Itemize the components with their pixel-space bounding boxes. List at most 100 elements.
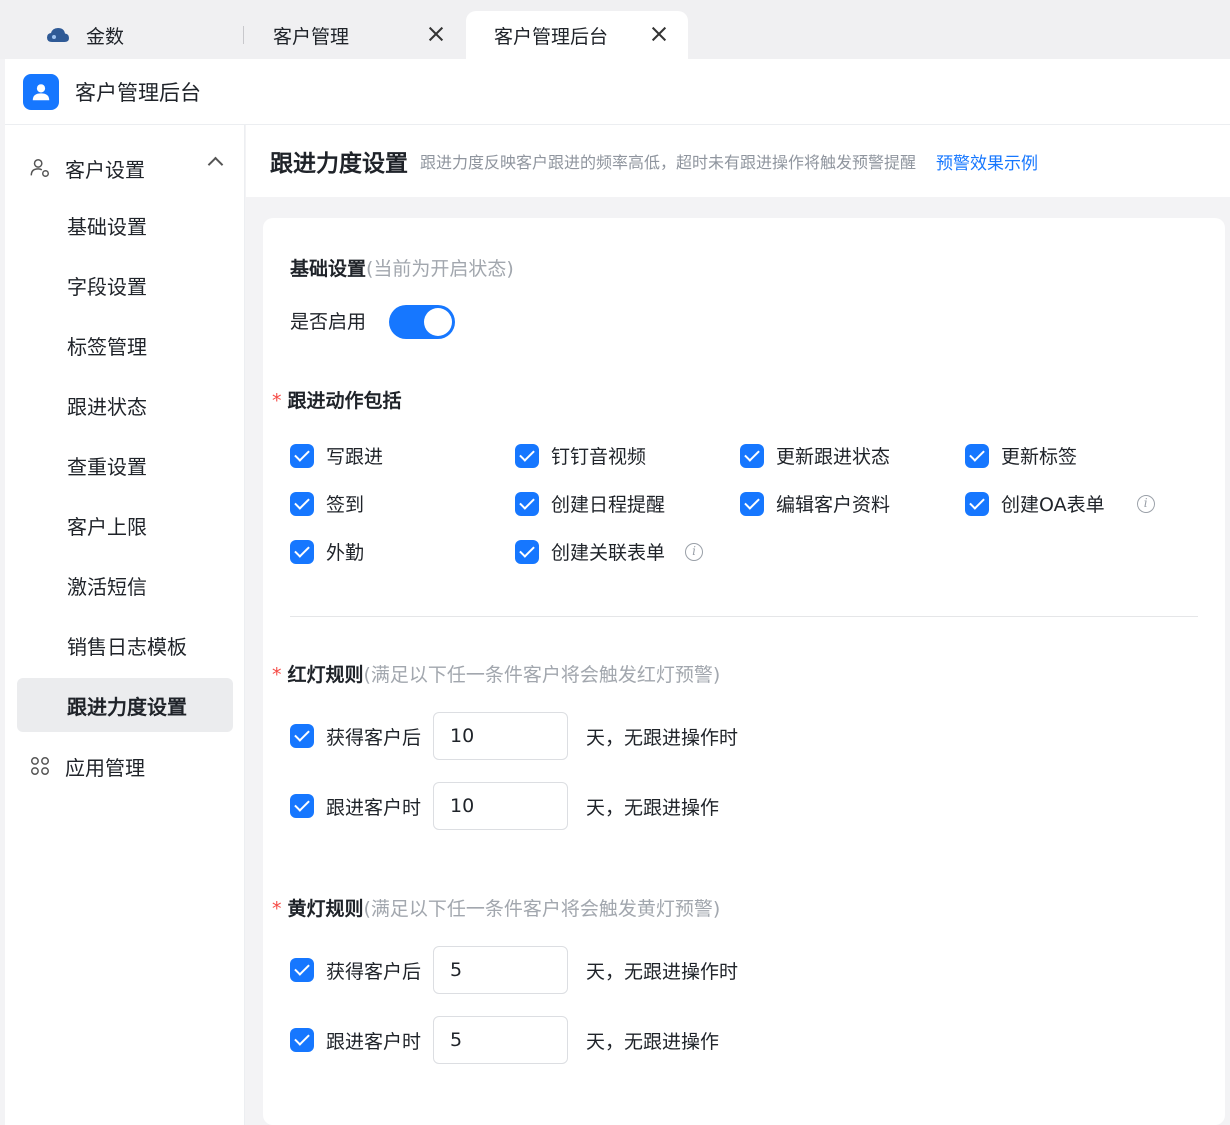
sidebar-item-label: 基础设置: [67, 214, 147, 239]
required-asterisk-icon: *: [272, 898, 282, 920]
checkbox-checked-icon[interactable]: [290, 724, 314, 748]
section-title-text: 黄灯规则: [287, 898, 364, 920]
checkbox-create-schedule[interactable]: 创建日程提醒: [515, 490, 665, 517]
sidebar-group-label: 客户设置: [65, 157, 145, 182]
info-icon[interactable]: i: [685, 542, 704, 561]
tab-label: 客户管理: [273, 25, 350, 48]
sidebar-item-basic-settings[interactable]: 基础设置: [17, 198, 233, 252]
user-settings-icon: [30, 159, 49, 177]
red-rule-row-acquire: 获得客户后 天，无跟进操作时: [290, 712, 738, 760]
basic-settings-title: 基础设置(当前为开启状态): [290, 254, 514, 281]
sidebar-item-label: 客户上限: [67, 514, 147, 539]
app-header: 客户管理后台: [5, 59, 1230, 125]
info-icon[interactable]: i: [1136, 494, 1155, 513]
checkbox-checked-icon[interactable]: [740, 443, 764, 468]
cloud-icon: [47, 28, 69, 42]
section-divider: [290, 616, 1198, 617]
section-hint: (满足以下任一条件客户将会触发红灯预警): [363, 664, 721, 686]
red-follow-days-input[interactable]: [433, 782, 569, 830]
sidebar-item-label: 激活短信: [67, 574, 147, 599]
checkbox-update-tag[interactable]: 更新标签: [965, 442, 1077, 469]
tab-customer-management[interactable]: 客户管理: [245, 11, 465, 59]
warning-example-link[interactable]: 预警效果示例: [936, 149, 1038, 174]
yellow-rule-row-acquire: 获得客户后 天，无跟进操作时: [290, 946, 738, 994]
tab-customer-admin[interactable]: 客户管理后台: [466, 11, 688, 59]
checkbox-checked-icon[interactable]: [965, 443, 989, 468]
sidebar-item-sales-log-template[interactable]: 销售日志模板: [17, 618, 233, 672]
settings-card: 基础设置(当前为开启状态) 是否启用 * 跟进动作包括 写跟进 钉钉音视频 更新跟…: [263, 218, 1225, 1125]
checkbox-create-oa-form[interactable]: 创建OA表单 i: [965, 490, 1155, 517]
checkbox-field-work[interactable]: 外勤: [290, 538, 364, 565]
section-hint: (当前为开启状态): [366, 258, 514, 280]
checkbox-checked-icon[interactable]: [290, 1028, 314, 1052]
red-rule-row-follow: 跟进客户时 天，无跟进操作: [290, 782, 719, 830]
tab-divider: [243, 26, 244, 44]
sidebar-group-customer-settings[interactable]: 客户设置: [5, 143, 245, 193]
checkbox-checked-icon[interactable]: [290, 794, 314, 818]
yellow-rule-title: * 黄灯规则(满足以下任一条件客户将会触发黄灯预警): [272, 894, 720, 921]
checkbox-label: 写跟进: [326, 446, 384, 468]
rule-label: 获得客户后: [326, 960, 422, 983]
checkbox-label: 更新标签: [1001, 446, 1078, 468]
sidebar-item-activation-sms[interactable]: 激活短信: [17, 558, 233, 612]
sidebar: 客户设置 基础设置 字段设置 标签管理 跟进状态 查重设置 客户上限 激活短信 …: [5, 125, 245, 1125]
checkbox-checked-icon[interactable]: [515, 443, 539, 468]
app-title: 客户管理后台: [75, 80, 201, 105]
checkbox-checked-icon[interactable]: [290, 443, 314, 468]
red-rule-title: * 红灯规则(满足以下任一条件客户将会触发红灯预警): [272, 660, 720, 687]
checkbox-label: 创建关联表单: [551, 542, 666, 564]
sidebar-item-customer-limit[interactable]: 客户上限: [17, 498, 233, 552]
checkbox-checked-icon[interactable]: [515, 491, 539, 516]
checkbox-checked-icon[interactable]: [290, 491, 314, 516]
page-header: 跟进力度设置 跟进力度反映客户跟进的频率高低，超时未有跟进操作将触发预警提醒 预…: [246, 125, 1230, 197]
rule-label: 跟进客户时: [326, 1030, 422, 1053]
enable-switch-label: 是否启用: [290, 311, 367, 333]
tab-jinshu[interactable]: 金数: [0, 11, 240, 59]
rule-suffix: 天，无跟进操作时: [586, 726, 739, 749]
checkbox-checked-icon[interactable]: [290, 539, 314, 564]
page-description: 跟进力度反映客户跟进的频率高低，超时未有跟进操作将触发预警提醒: [420, 153, 917, 172]
sidebar-item-label: 标签管理: [67, 334, 147, 359]
checkbox-write-follow[interactable]: 写跟进: [290, 442, 383, 469]
browser-tab-bar: 金数 客户管理 客户管理后台: [0, 0, 1230, 59]
checkbox-checked-icon[interactable]: [965, 491, 989, 516]
checkbox-create-linked-form[interactable]: 创建关联表单 i: [515, 538, 704, 565]
sidebar-item-field-settings[interactable]: 字段设置: [17, 258, 233, 312]
yellow-follow-days-input[interactable]: [433, 1016, 569, 1064]
sidebar-item-label: 查重设置: [67, 454, 147, 479]
sidebar-group-label: 应用管理: [65, 755, 145, 780]
app-logo: [23, 73, 59, 110]
checkbox-checked-icon[interactable]: [740, 491, 764, 516]
checkbox-check-in[interactable]: 签到: [290, 490, 364, 517]
apps-grid-icon: [31, 757, 49, 775]
sidebar-item-follow-intensity[interactable]: 跟进力度设置: [17, 678, 233, 732]
sidebar-group-app-management[interactable]: 应用管理: [5, 741, 245, 791]
checkbox-update-follow-status[interactable]: 更新跟进状态: [740, 442, 890, 469]
sidebar-item-label: 跟进力度设置: [67, 694, 187, 719]
sidebar-item-tag-management[interactable]: 标签管理: [17, 318, 233, 372]
toggle-knob: [424, 308, 452, 336]
checkbox-label: 创建日程提醒: [551, 494, 666, 516]
checkbox-dingtalk-av[interactable]: 钉钉音视频: [515, 442, 646, 469]
required-asterisk-icon: *: [272, 390, 282, 412]
section-title-text: 基础设置: [290, 258, 367, 280]
checkbox-checked-icon[interactable]: [515, 539, 539, 564]
sidebar-item-duplicate-check[interactable]: 查重设置: [17, 438, 233, 492]
page-title: 跟进力度设置: [270, 151, 408, 177]
user-icon: [32, 83, 50, 100]
close-icon[interactable]: [425, 23, 447, 45]
section-title-text: 跟进动作包括: [287, 390, 402, 412]
tab-label: 金数: [86, 25, 125, 48]
enable-toggle[interactable]: [389, 305, 455, 339]
red-acquire-days-input[interactable]: [433, 712, 569, 760]
checkbox-edit-customer[interactable]: 编辑客户资料: [740, 490, 890, 517]
sidebar-item-follow-status[interactable]: 跟进状态: [17, 378, 233, 432]
rule-suffix: 天，无跟进操作: [586, 1030, 720, 1053]
close-icon[interactable]: [648, 23, 670, 45]
rule-label: 获得客户后: [326, 726, 422, 749]
yellow-acquire-days-input[interactable]: [433, 946, 569, 994]
checkbox-label: 更新跟进状态: [776, 446, 891, 468]
yellow-rule-row-follow: 跟进客户时 天，无跟进操作: [290, 1016, 719, 1064]
checkbox-checked-icon[interactable]: [290, 958, 314, 982]
chevron-up-icon[interactable]: [207, 156, 224, 173]
